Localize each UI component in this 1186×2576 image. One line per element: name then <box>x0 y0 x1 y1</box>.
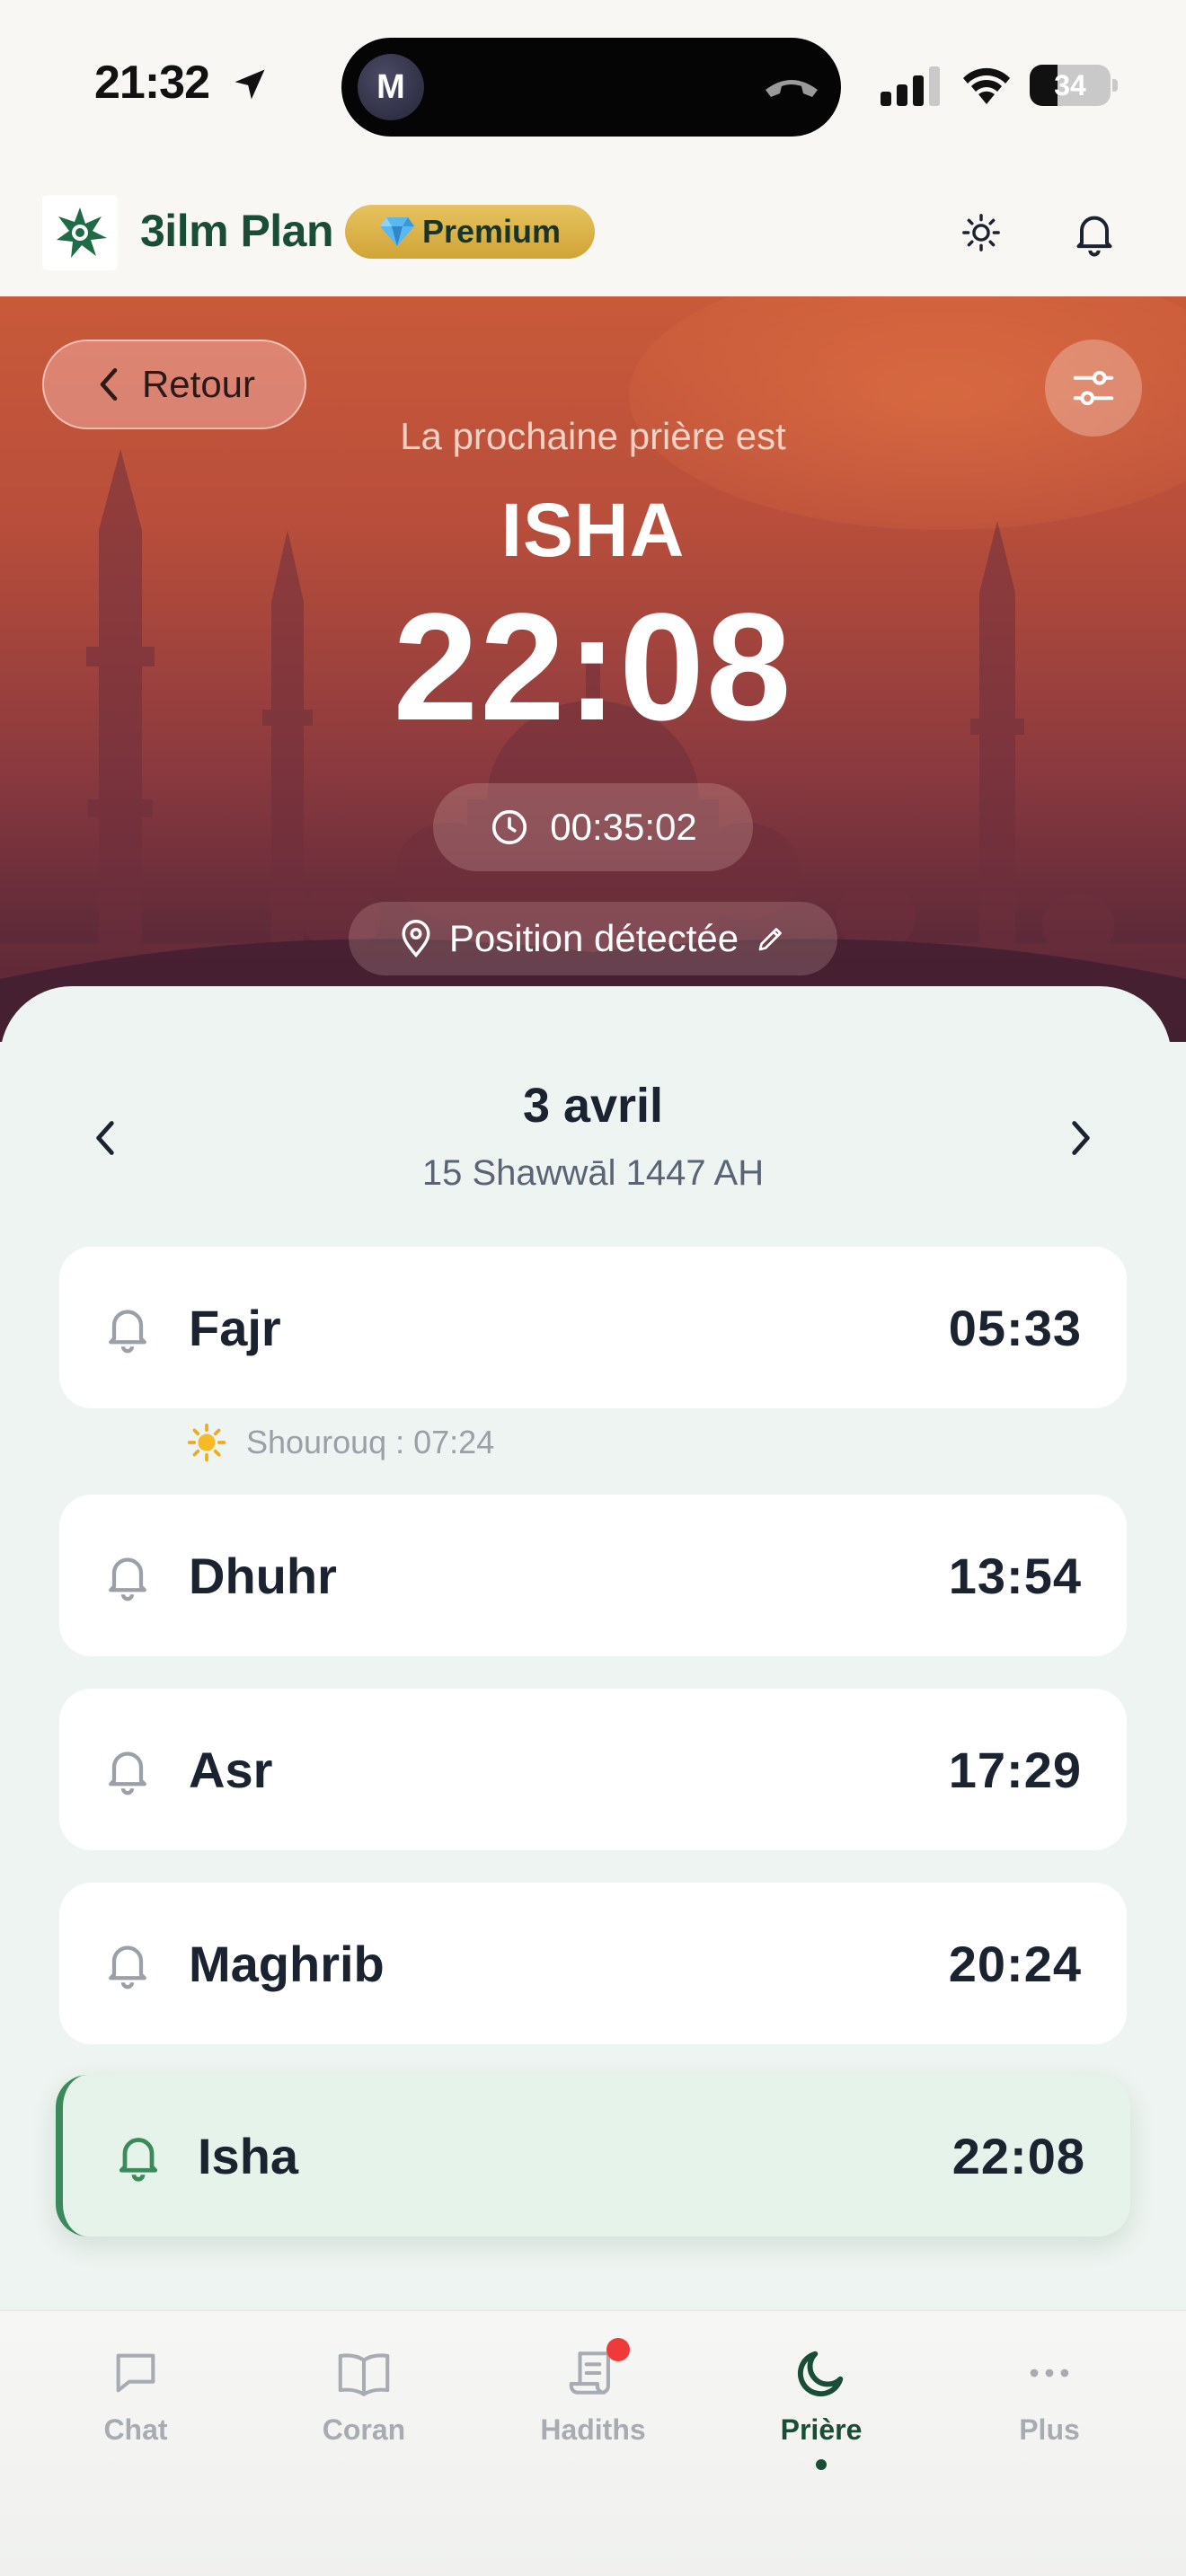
tab-label: Prière <box>780 2413 863 2446</box>
location-label: Position détectée <box>448 917 739 959</box>
tab-label: Plus <box>1019 2413 1080 2446</box>
bell-icon[interactable] <box>101 1742 155 1796</box>
notification-badge <box>606 2338 630 2361</box>
tab-label: Chat <box>103 2413 168 2446</box>
prayer-time: 05:33 <box>948 1299 1082 1356</box>
cellular-signal-icon <box>881 66 940 106</box>
hijri-date: 15 Shawwāl 1447 AH <box>421 1153 765 1193</box>
bottom-tab-bar: Chat Coran Hadiths Prière Plus <box>0 2310 1186 2576</box>
tab-label: Coran <box>322 2413 406 2446</box>
sunrise-info: Shourouq : 07:24 <box>187 1423 494 1462</box>
tab-label: Hadiths <box>540 2413 646 2446</box>
caller-avatar: M <box>358 54 424 120</box>
bell-icon[interactable] <box>101 1548 155 1602</box>
countdown-pill: 00:35:02 <box>433 783 753 871</box>
app-title: 3ilm Plan <box>140 206 334 256</box>
tab-priere[interactable]: Prière <box>749 2342 893 2476</box>
prayer-name: Dhuhr <box>189 1547 337 1604</box>
next-day-button[interactable] <box>1049 1107 1112 1169</box>
app-header: 3ilm Plan Premium <box>0 171 1186 296</box>
battery-percent: 34 <box>1054 68 1086 101</box>
location-arrow-icon <box>235 69 265 100</box>
phone-hangup-icon <box>766 80 818 97</box>
status-bar: 21:32 M 34 <box>0 0 1186 171</box>
prayer-time: 22:08 <box>951 2127 1085 2184</box>
next-prayer-name: ISHA <box>500 488 686 572</box>
prayer-row-maghrib[interactable]: Maghrib 20:24 <box>59 1883 1127 2044</box>
chevron-left-icon <box>100 367 118 401</box>
battery-indicator: 34 <box>1030 65 1118 106</box>
star-logo-icon <box>57 207 107 258</box>
gregorian-date: 3 avril <box>522 1079 664 1133</box>
next-prayer-time: 22:08 <box>393 582 793 753</box>
wifi-icon <box>963 67 1010 104</box>
premium-badge[interactable]: Premium <box>345 205 595 259</box>
sliders-icon <box>1073 370 1114 406</box>
gem-icon <box>379 217 414 246</box>
next-prayer-hero: Retour La prochaine prière est ISHA 22:0… <box>0 296 1186 1051</box>
active-tab-indicator <box>816 2459 827 2470</box>
tab-plus[interactable]: Plus <box>978 2342 1121 2476</box>
sunrise-label: Shourouq : 07:24 <box>246 1424 495 1460</box>
chat-icon <box>116 2353 155 2393</box>
theme-toggle-button[interactable] <box>951 203 1011 262</box>
prayer-name: Asr <box>189 1741 273 1798</box>
moon-icon <box>798 2351 844 2396</box>
sun-icon <box>962 214 1000 251</box>
tab-chat[interactable]: Chat <box>64 2342 208 2476</box>
prayer-row-asr[interactable]: Asr 17:29 <box>59 1689 1127 1850</box>
bell-icon[interactable] <box>101 1301 155 1354</box>
notifications-button[interactable] <box>1065 203 1124 262</box>
book-icon <box>338 2353 390 2396</box>
prayer-time: 17:29 <box>948 1741 1082 1798</box>
bell-icon[interactable] <box>101 1936 155 1990</box>
prayer-row-fajr[interactable]: Fajr 05:33 <box>59 1247 1127 1408</box>
prayer-name: Maghrib <box>189 1935 385 1992</box>
more-icon <box>1030 2369 1069 2378</box>
bell-active-icon[interactable] <box>111 2129 165 2183</box>
prayer-time: 13:54 <box>948 1547 1082 1604</box>
location-pill[interactable]: Position détectée <box>349 902 837 975</box>
tab-coran[interactable]: Coran <box>292 2342 436 2476</box>
status-time: 21:32 <box>94 57 210 109</box>
sun-icon <box>187 1423 226 1462</box>
tab-hadiths[interactable]: Hadiths <box>521 2338 665 2476</box>
chevron-right-icon <box>1072 1121 1090 1155</box>
clock-icon <box>492 809 527 845</box>
app-logo <box>42 195 118 270</box>
back-label: Retour <box>141 363 256 405</box>
next-prayer-label: La prochaine prière est <box>400 415 786 457</box>
bell-icon <box>1076 216 1112 257</box>
prayer-name: Fajr <box>189 1299 281 1356</box>
prayer-time: 20:24 <box>948 1935 1082 1992</box>
map-pin-icon <box>402 920 430 958</box>
pencil-icon[interactable] <box>755 922 787 955</box>
dynamic-island[interactable]: M <box>341 38 841 137</box>
prayer-row-isha[interactable]: Isha 22:08 <box>56 2075 1130 2236</box>
prayer-row-dhuhr[interactable]: Dhuhr 13:54 <box>59 1495 1127 1656</box>
prayer-name: Isha <box>198 2127 299 2184</box>
premium-label: Premium <box>421 213 562 250</box>
countdown-value: 00:35:02 <box>550 806 697 848</box>
